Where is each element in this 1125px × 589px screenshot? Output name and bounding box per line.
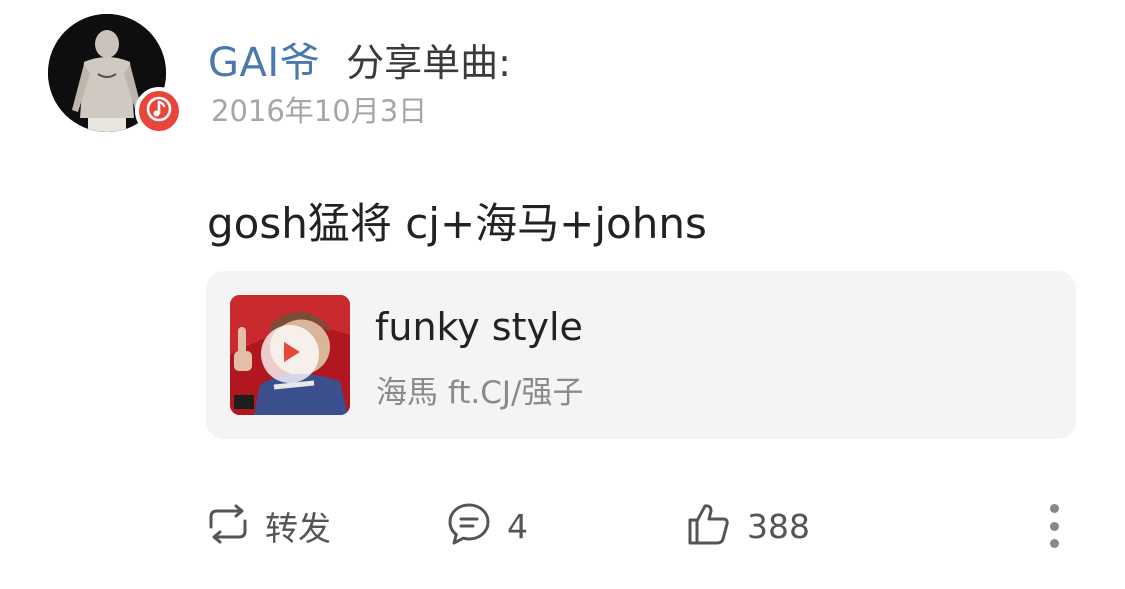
album-cover[interactable] [230, 295, 350, 415]
play-icon [277, 339, 303, 369]
repost-icon [205, 501, 251, 551]
comment-button[interactable]: 4 [445, 500, 528, 552]
song-title: funky style [375, 305, 583, 349]
more-dot [1049, 539, 1059, 548]
comment-icon [445, 500, 493, 552]
music-badge [135, 87, 183, 135]
music-card[interactable]: funky style 海馬 ft.CJ/强子 [206, 271, 1076, 439]
post-text: gosh猛将 cj+海马+johns [207, 199, 707, 248]
comment-count: 4 [507, 506, 528, 546]
repost-label: 转发 [265, 509, 331, 548]
song-artist: 海馬 ft.CJ/强子 [376, 375, 584, 411]
play-button[interactable] [261, 325, 319, 383]
more-dot [1049, 521, 1059, 531]
shared-song-post: GAI爷 分享单曲: 2016年10月3日 gosh猛将 cj+海马+johns [0, 0, 1125, 589]
thumbs-up-icon [685, 500, 733, 552]
avatar-wrapper[interactable] [48, 14, 184, 136]
post-header: GAI爷 分享单曲: [208, 30, 511, 88]
repost-button[interactable]: 转发 [205, 500, 331, 552]
more-options-button[interactable] [1040, 500, 1068, 552]
username-link[interactable]: GAI爷 [208, 30, 320, 88]
share-action-label: 分享单曲: [346, 41, 511, 85]
more-vertical-icon [1049, 504, 1059, 513]
post-date: 2016年10月3日 [211, 94, 428, 128]
like-count: 388 [747, 506, 810, 546]
music-note-icon [144, 94, 174, 128]
like-button[interactable]: 388 [685, 500, 810, 552]
